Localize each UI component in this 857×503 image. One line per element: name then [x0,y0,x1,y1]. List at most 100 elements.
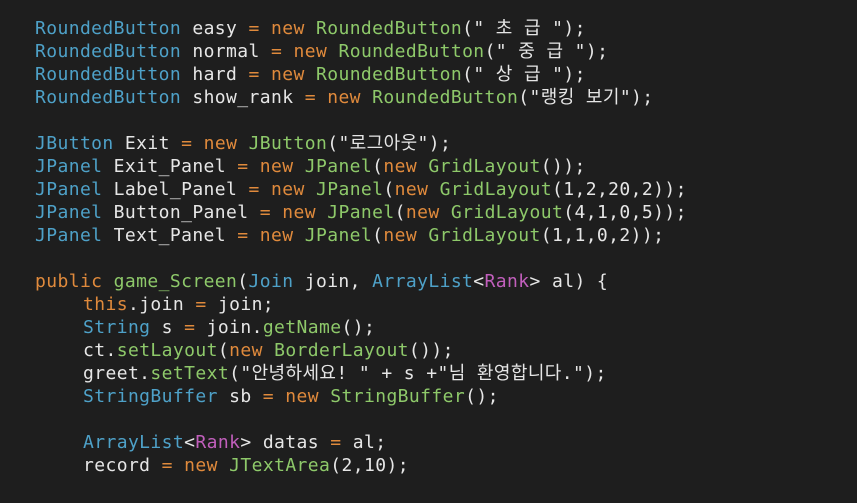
code-token: greet. [83,363,151,384]
code-line: String s = join.getName(); [0,316,857,339]
code-token: setText [150,363,230,384]
code-token: JPanel [304,225,373,246]
code-line: RoundedButton easy = new RoundedButton("… [0,17,857,40]
code-token: RoundedButton [372,87,519,108]
code-token: ( [217,340,230,361]
code-token: (); [341,317,376,338]
code-token: ArrayList [372,271,474,292]
code-token: ( [372,225,384,246]
code-token: new [259,225,294,246]
code-line: public game_Screen(Join join, ArrayList<… [0,270,857,293]
code-token: new [394,179,429,200]
code-token: ("안녕하세요! " + s +"님 환영합니다."); [229,363,607,384]
code-token: (1,1,0,2)); [540,225,665,246]
code-token: public [35,271,103,292]
code-token: = [262,386,275,407]
code-token: ()); [408,340,454,361]
code-token: Exit [113,133,182,154]
code-token: = [304,87,316,108]
code-token: ("로그아웃"); [327,133,452,154]
code-token: (2,10); [330,455,409,476]
code-token: setLayout [116,340,218,361]
code-token: > datas [240,432,331,453]
code-token: (" 초 급 "); [462,18,586,39]
code-token: JPanel [315,179,384,200]
code-line: record = new JTextArea(2,10); [0,454,857,477]
code-token: new [229,340,263,361]
code-token: new [184,455,218,476]
code-token: (); [465,386,499,407]
code-token: JPanel [35,156,103,177]
code-token: Label_Panel [102,179,249,200]
code-token: RoundedButton [35,64,182,85]
code-token: new [293,41,328,62]
code-line: RoundedButton normal = new RoundedButton… [0,40,857,63]
code-line: RoundedButton show_rank = new RoundedBut… [0,86,857,109]
code-token: Exit_Panel [102,156,238,177]
code-token: new [271,18,305,39]
code-token: ( [372,156,384,177]
code-line: JPanel Exit_Panel = new JPanel(new GridL… [0,155,857,178]
code-token: JPanel [327,202,395,223]
code-token: Button_Panel [102,202,260,223]
code-token: GridLayout [428,156,541,177]
code-token: (" 중 급 "); [484,41,609,62]
code-token: GridLayout [428,225,541,246]
code-token: getName [262,317,342,338]
code-token: = [259,202,271,223]
code-token: RoundedButton [35,41,182,62]
code-token: JPanel [35,179,103,200]
code-token: = [248,179,260,200]
code-token: show_rank [181,87,305,108]
code-token: RoundedButton [338,41,485,62]
code-token: = [184,317,196,338]
code-token: StringBuffer [83,386,218,407]
code-token: this [83,294,128,315]
code-token: < [473,271,485,292]
code-token: ( [237,271,249,292]
code-token: StringBuffer [330,386,466,407]
code-token: BorderLayout [274,340,409,361]
code-token: new [271,64,305,85]
code-editor[interactable]: RoundedButton easy = new RoundedButton("… [0,0,857,503]
code-token: new [259,156,294,177]
code-token: RoundedButton [35,18,182,39]
code-token: .join [127,294,196,315]
code-token: normal [181,41,271,62]
code-token: JPanel [35,225,103,246]
code-line: JPanel Label_Panel = new JPanel(new Grid… [0,178,857,201]
code-token: Rank [484,271,530,292]
code-token: new [271,179,305,200]
code-token: JTextArea [229,455,331,476]
code-line: ArrayList<Rank> datas = al; [0,431,857,454]
code-token: > al) { [529,271,609,292]
code-token: ()); [540,156,586,177]
code-token: Text_Panel [102,225,238,246]
code-token: ( [394,202,406,223]
code-line: greet.setText("안녕하세요! " + s +"님 환영합니다.")… [0,362,857,385]
code-token: (4,1,0,5)); [563,202,687,223]
code-token: (1,2,20,2)); [552,179,687,200]
code-line: this.join = join; [0,293,857,316]
code-token: GridLayout [439,179,552,200]
